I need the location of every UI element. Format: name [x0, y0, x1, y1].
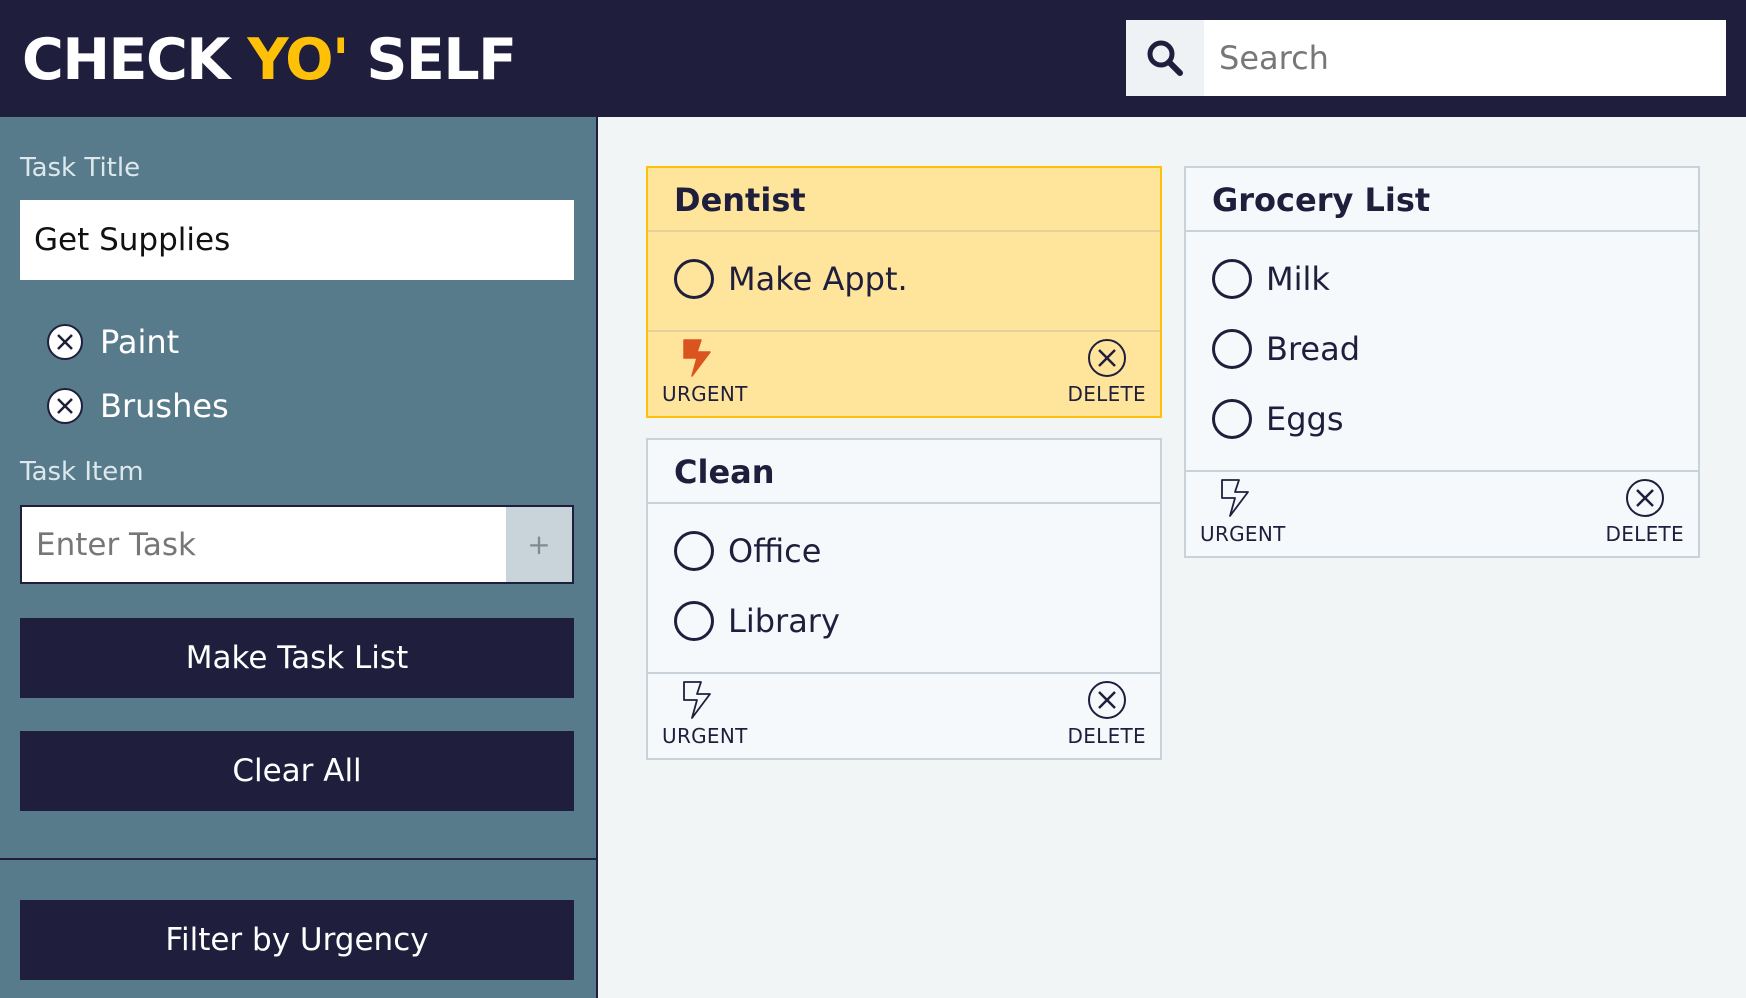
card-footer: URGENT DELETE	[648, 674, 1160, 758]
urgent-label: URGENT	[662, 382, 748, 406]
card-title: Clean	[648, 440, 1160, 504]
clear-all-button[interactable]: Clear All	[20, 731, 574, 811]
pending-item: Brushes	[46, 387, 229, 425]
card-items: Make Appt.	[648, 232, 1160, 332]
checkbox-circle[interactable]	[1212, 399, 1252, 439]
task-item-label: Task Item	[20, 457, 144, 487]
task-item-input[interactable]	[22, 507, 508, 582]
task-item-text: Bread	[1266, 330, 1361, 368]
lightning-icon	[1221, 479, 1249, 517]
pending-item-label: Brushes	[100, 387, 229, 425]
task-item-text: Milk	[1266, 260, 1330, 298]
delete-label: DELETE	[1067, 724, 1146, 748]
close-circle-icon	[1087, 339, 1126, 377]
task-item-text: Office	[728, 532, 822, 570]
urgent-label: URGENT	[1200, 522, 1286, 546]
urgent-label: URGENT	[662, 724, 748, 748]
task-item-text: Library	[728, 602, 840, 640]
search-input[interactable]	[1204, 20, 1726, 96]
lightning-icon	[683, 339, 711, 377]
delete-button[interactable]: DELETE	[1606, 478, 1684, 546]
app-logo: CHECK YO' SELF	[22, 26, 517, 94]
card-items: Milk Bread Eggs	[1186, 232, 1698, 472]
search-icon	[1147, 40, 1183, 76]
card-footer: URGENT DELETE	[1186, 472, 1698, 556]
sidebar-divider	[0, 858, 596, 860]
checkbox-circle[interactable]	[1212, 259, 1252, 299]
task-item: Eggs	[1186, 399, 1698, 439]
close-circle-icon	[1625, 479, 1664, 517]
app-header: CHECK YO' SELF	[0, 0, 1746, 117]
make-task-list-button[interactable]: Make Task List	[20, 618, 574, 698]
urgent-button[interactable]: URGENT	[662, 680, 748, 748]
delete-label: DELETE	[1605, 522, 1684, 546]
checkbox-circle[interactable]	[674, 259, 714, 299]
task-item-text: Make Appt.	[728, 260, 908, 298]
task-item: Milk	[1186, 259, 1698, 299]
task-item: Office	[648, 531, 1160, 571]
card-items: Office Library	[648, 504, 1160, 674]
task-card: Dentist Make Appt. URGENT DELETE	[646, 166, 1162, 418]
task-item: Make Appt.	[648, 259, 1160, 299]
lightning-icon	[683, 681, 711, 719]
task-title-input[interactable]	[20, 200, 574, 280]
delete-button[interactable]: DELETE	[1068, 338, 1146, 406]
card-title: Grocery List	[1186, 168, 1698, 232]
pending-item: Paint	[46, 323, 179, 361]
remove-item-icon[interactable]	[46, 323, 84, 361]
checkbox-circle[interactable]	[1212, 329, 1252, 369]
task-item-row: +	[20, 505, 574, 584]
task-card: Clean Office Library URGENT DELETE	[646, 438, 1162, 760]
task-item: Bread	[1186, 329, 1698, 369]
search-button[interactable]	[1126, 20, 1204, 96]
filter-urgency-button[interactable]: Filter by Urgency	[20, 900, 574, 980]
search-bar	[1126, 20, 1726, 96]
task-item-text: Eggs	[1266, 400, 1344, 438]
add-item-button[interactable]: +	[506, 507, 572, 582]
task-card: Grocery List Milk Bread Eggs URGENT DELE…	[1184, 166, 1700, 558]
urgent-button[interactable]: URGENT	[662, 338, 748, 406]
delete-label: DELETE	[1067, 382, 1146, 406]
logo-text-check: CHECK	[22, 27, 248, 93]
checkbox-circle[interactable]	[674, 531, 714, 571]
task-item: Library	[648, 601, 1160, 641]
pending-item-label: Paint	[100, 323, 180, 361]
task-title-label: Task Title	[20, 153, 141, 183]
urgent-button[interactable]: URGENT	[1200, 478, 1286, 546]
close-circle-icon	[1087, 681, 1126, 719]
card-footer: URGENT DELETE	[648, 332, 1160, 416]
remove-item-icon[interactable]	[46, 387, 84, 425]
card-title: Dentist	[648, 168, 1160, 232]
checkbox-circle[interactable]	[674, 601, 714, 641]
logo-text-yo: YO'	[247, 27, 349, 93]
sidebar: Task Title Paint Brushes Task Item + Mak…	[0, 117, 598, 998]
logo-text-self: SELF	[347, 27, 517, 93]
delete-button[interactable]: DELETE	[1068, 680, 1146, 748]
